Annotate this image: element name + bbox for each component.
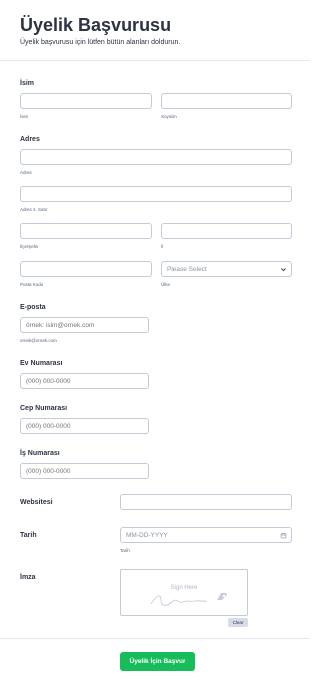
address-line2-sublabel: Adres 2. Satır [20, 207, 48, 212]
form-subtitle: Üyelik başvurusu için lütfen bütün alanl… [20, 39, 181, 46]
zip-input[interactable] [20, 261, 152, 277]
email-sublabel: ornek@ornek.com [20, 338, 57, 343]
email-input[interactable] [20, 317, 149, 333]
work-phone-input[interactable] [20, 463, 149, 479]
last-name-input[interactable] [161, 93, 292, 109]
city-input[interactable] [20, 223, 152, 239]
country-sublabel: Ülke [161, 282, 171, 287]
signature-clear-button[interactable]: Clear [228, 618, 248, 627]
footer-divider [0, 638, 310, 639]
chevron-down-icon [281, 267, 286, 271]
state-sublabel: İl [161, 244, 164, 249]
submit-button[interactable]: Üyelik İçin Başvur [120, 652, 195, 671]
zip-sublabel: Posta Kodu [20, 282, 44, 287]
work-phone-label: İş Numarası [20, 450, 60, 457]
mobile-phone-label: Cep Numarası [20, 405, 68, 412]
date-sublabel: Tarih [120, 548, 130, 553]
name-label: İsim [20, 80, 35, 87]
last-name-sublabel: Soyisim [161, 114, 177, 119]
country-select-value: Please Select [167, 265, 207, 273]
signature-pad[interactable]: Sign Here [120, 569, 248, 616]
mobile-phone-input[interactable] [20, 418, 149, 434]
city-sublabel: İlçe/Şehir [20, 244, 39, 249]
form-header: Üyelik Başvurusu Üyelik başvurusu için l… [20, 14, 300, 46]
country-select[interactable]: Please Select [161, 261, 292, 277]
header-divider [0, 60, 310, 61]
calendar-icon[interactable] [280, 532, 287, 539]
first-name-sublabel: İsim [20, 114, 29, 119]
date-label: Tarih [20, 532, 37, 539]
first-name-input[interactable] [20, 93, 152, 109]
address-label: Adres [20, 136, 40, 143]
website-label: Websitesi [20, 499, 53, 506]
state-input[interactable] [161, 223, 292, 239]
date-input[interactable]: MM-DD-YYYY [120, 527, 292, 543]
home-phone-input[interactable] [20, 373, 149, 389]
email-label: E-posta [20, 304, 46, 311]
address-line2-input[interactable] [20, 186, 292, 202]
form-title: Üyelik Başvurusu [20, 15, 172, 35]
website-input[interactable] [120, 494, 292, 510]
address-line1-sublabel: Adres [20, 170, 32, 175]
signature-label: İmza [20, 574, 36, 581]
date-placeholder: MM-DD-YYYY [126, 531, 168, 539]
home-phone-label: Ev Numarası [20, 360, 63, 367]
address-line1-input[interactable] [20, 149, 292, 165]
pen-icon [217, 593, 227, 600]
